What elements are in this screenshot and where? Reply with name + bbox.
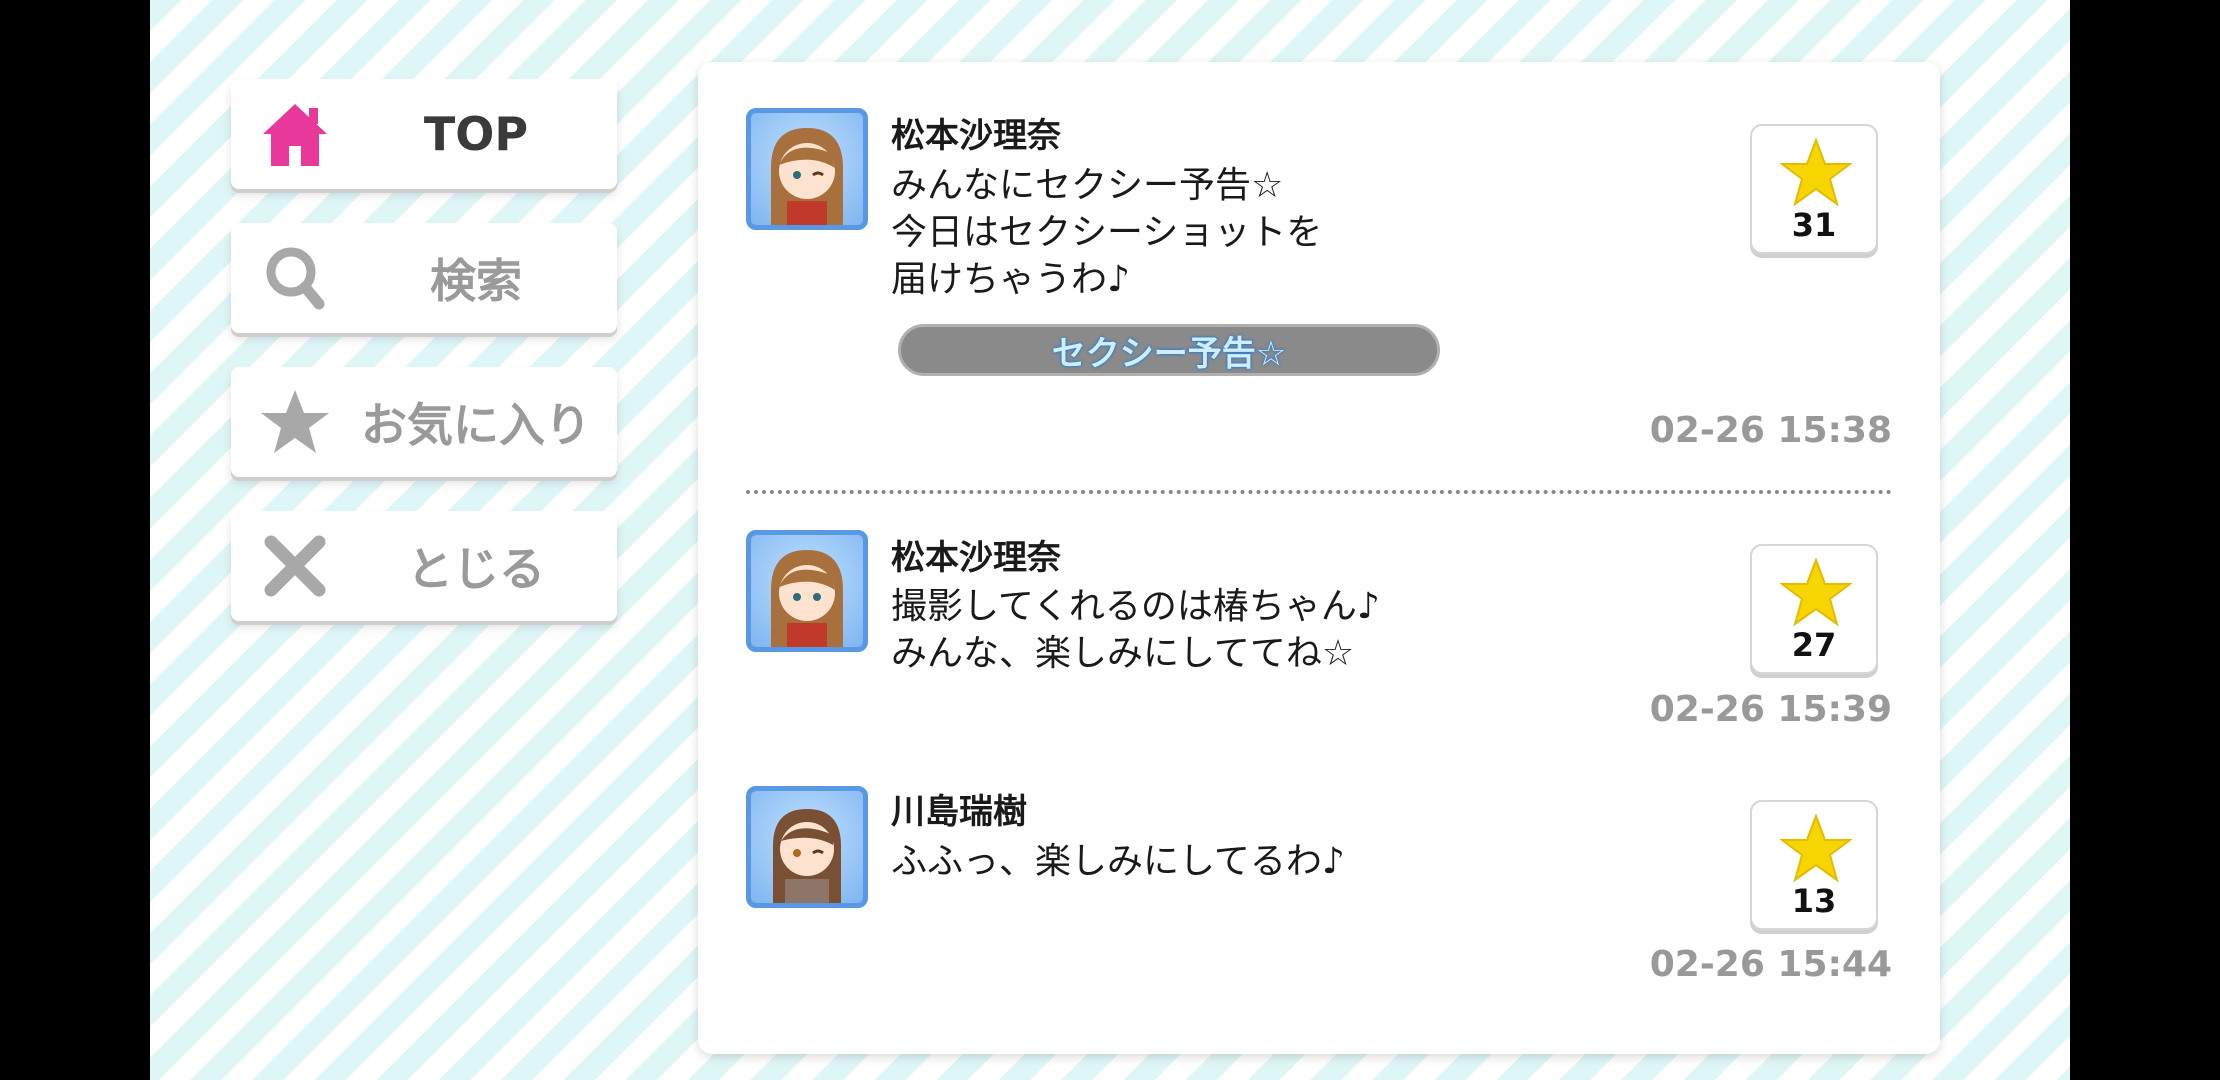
like-count: 13 — [1791, 882, 1837, 920]
avatar-portrait-icon — [771, 550, 843, 647]
like-button[interactable]: 27 — [1750, 544, 1878, 674]
close-icon — [264, 535, 326, 597]
star-icon — [1780, 558, 1852, 627]
like-count: 27 — [1791, 626, 1837, 664]
post-timestamp: 02-26 15:39 — [1649, 689, 1892, 730]
nav-favorites-label: お気に入り — [361, 398, 591, 452]
post-author: 松本沙理奈 — [891, 116, 1061, 156]
divider — [746, 490, 1892, 494]
nav-close-label: とじる — [407, 542, 545, 596]
nav-search-button[interactable]: 検索 — [231, 223, 617, 333]
home-icon — [263, 104, 327, 166]
like-button[interactable]: 13 — [1750, 800, 1878, 930]
post-author: 川島瑞樹 — [891, 792, 1027, 832]
star-icon — [261, 390, 329, 453]
like-button[interactable]: 31 — [1750, 124, 1878, 254]
search-icon — [266, 247, 325, 310]
post-timestamp: 02-26 15:38 — [1649, 410, 1892, 451]
nav-search-label: 検索 — [430, 254, 522, 308]
post-timestamp: 02-26 15:44 — [1649, 944, 1892, 985]
like-count: 31 — [1791, 206, 1837, 244]
avatar-portrait-icon — [771, 128, 843, 225]
avatar[interactable] — [746, 108, 868, 230]
post-author: 松本沙理奈 — [891, 538, 1061, 578]
post-message: 撮影してくれるのは椿ちゃん♪ みんな、楽しみにしててね☆ — [891, 586, 1380, 674]
star-icon — [1780, 814, 1852, 883]
avatar[interactable] — [746, 530, 868, 652]
avatar-portrait-icon — [773, 809, 841, 903]
star-icon — [1780, 138, 1852, 207]
post-message: みんなにセクシー予告☆ 今日はセクシーショットを 届けちゃうわ♪ — [891, 165, 1323, 300]
post-message: ふふっ、楽しみにしてるわ♪ — [891, 841, 1345, 882]
nav-close-button[interactable]: とじる — [231, 511, 617, 621]
nav-top-button[interactable]: TOP — [231, 79, 617, 189]
feed-panel: 松本沙理奈 みんなにセクシー予告☆ 今日はセクシーショットを 届けちゃうわ♪ セ… — [698, 62, 1940, 1054]
screen: TOP 検索 お気に入り とじる 松本沙理奈 みんなにセクシー予告☆ 今日はセク… — [150, 0, 2070, 1080]
nav-top-label: TOP — [423, 107, 529, 161]
post-tag[interactable]: セクシー予告☆ — [898, 324, 1440, 376]
nav-favorites-button[interactable]: お気に入り — [231, 367, 617, 477]
avatar[interactable] — [746, 786, 868, 908]
